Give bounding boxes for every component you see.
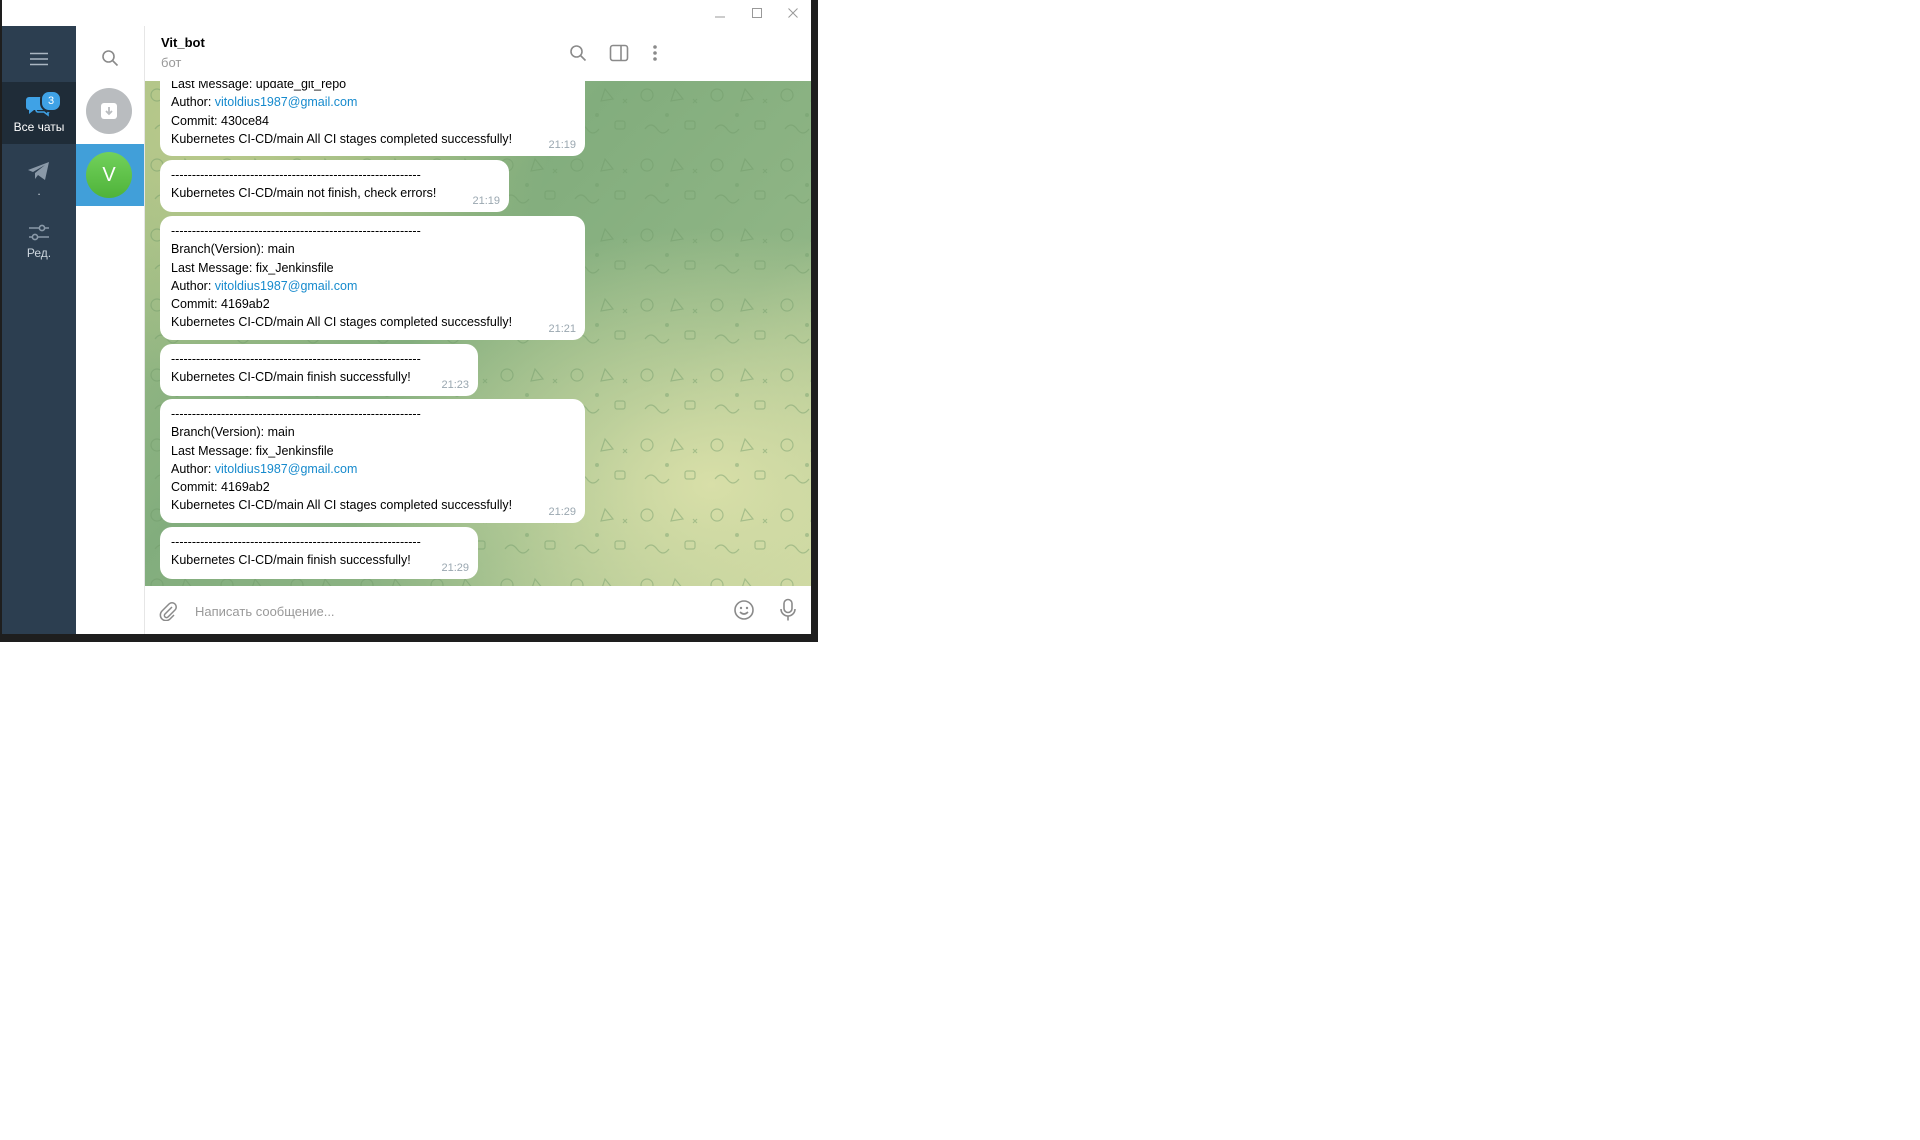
chat-item-vit-bot[interactable]: V: [76, 144, 144, 206]
sidebar-toggle-button[interactable]: [606, 40, 632, 66]
message-line: Kubernetes CI-CD/main All CI stages comp…: [171, 498, 513, 513]
message-bubble[interactable]: ----------------------------------------…: [160, 216, 585, 340]
archive-chat[interactable]: [86, 88, 132, 134]
screen-frame: 3 Все чаты . Ред. V Vit_bot бот Last Mes…: [0, 0, 818, 642]
folder-sidebar: 3 Все чаты . Ред.: [2, 26, 76, 634]
maximize-icon: [752, 8, 762, 18]
minimize-icon: [715, 16, 725, 18]
author-email-link[interactable]: vitoldius1987@gmail.com: [215, 95, 358, 109]
author-label: Author:: [171, 461, 215, 476]
folder-edit[interactable]: Ред.: [2, 210, 76, 270]
more-vertical-icon: [653, 45, 657, 61]
unread-badge: 3: [40, 90, 62, 112]
message-composer: [145, 586, 811, 634]
message-line: Kubernetes CI-CD/main finish successfull…: [171, 553, 411, 568]
message-author-line: Author: vitoldius1987@gmail.com: [171, 93, 574, 111]
message-time: 21:19: [548, 138, 576, 151]
folder-label-telegram: .: [37, 184, 41, 198]
folder-all-chats[interactable]: 3 Все чаты: [2, 82, 76, 144]
folder-label-all-chats: Все чаты: [13, 120, 65, 134]
message-line: Kubernetes CI-CD/main not finish, check …: [171, 186, 437, 201]
message-bubble[interactable]: Last Message: update_git_repo Author: vi…: [160, 81, 585, 156]
message-bubble[interactable]: ----------------------------------------…: [160, 344, 478, 396]
more-options-button[interactable]: [642, 40, 668, 66]
message-line: Kubernetes CI-CD/main All CI stages comp…: [171, 315, 513, 330]
maximize-button[interactable]: [739, 0, 775, 26]
message-line: Branch(Version): main: [171, 425, 295, 440]
author-label: Author:: [171, 278, 215, 293]
telegram-plane-icon: [28, 162, 49, 180]
message-time: 21:19: [472, 194, 500, 207]
message-bubble[interactable]: ----------------------------------------…: [160, 399, 585, 523]
message-time: 21:29: [548, 505, 576, 518]
message-line: Kubernetes CI-CD/main finish successfull…: [171, 370, 411, 385]
voice-message-button[interactable]: [775, 597, 801, 623]
header-search-button[interactable]: [565, 40, 591, 66]
author-email-link[interactable]: vitoldius1987@gmail.com: [215, 462, 358, 476]
message-line: Commit: 4169ab2: [171, 480, 270, 495]
attach-button[interactable]: [155, 598, 181, 624]
emoji-button[interactable]: [731, 597, 757, 623]
minimize-button[interactable]: [702, 0, 738, 26]
author-email-link[interactable]: vitoldius1987@gmail.com: [215, 279, 358, 293]
message-line: Commit: 4169ab2: [171, 297, 270, 312]
chat-search-button[interactable]: [96, 44, 124, 72]
sidebar-toggle-icon: [609, 44, 629, 62]
message-time: 21:23: [441, 378, 469, 391]
author-label: Author:: [171, 95, 215, 110]
message-author-line: Author: vitoldius1987@gmail.com: [171, 277, 574, 295]
message-line: Kubernetes CI-CD/main All CI stages comp…: [171, 131, 513, 146]
close-button[interactable]: [775, 0, 811, 26]
message-separator: ----------------------------------------…: [171, 352, 421, 366]
emoji-icon: [734, 600, 754, 620]
message-line: Commit: 430ce84: [171, 113, 269, 128]
message-line: Last Message: fix_Jenkinsfile: [171, 260, 334, 275]
message-time: 21:21: [548, 322, 576, 335]
search-icon: [102, 50, 119, 67]
message-bubble[interactable]: ----------------------------------------…: [160, 527, 478, 579]
message-time: 21:29: [441, 561, 469, 574]
sliders-icon: [29, 224, 49, 241]
main-menu-button[interactable]: [21, 44, 57, 74]
avatar-initial: V: [102, 163, 116, 186]
message-separator: ----------------------------------------…: [171, 224, 421, 238]
chat-status: бот: [161, 55, 182, 70]
message-line: Last Message: update_git_repo: [171, 81, 347, 91]
archive-icon: [101, 103, 117, 119]
chat-list: V: [76, 26, 145, 634]
message-line: Branch(Version): main: [171, 242, 295, 257]
telegram-window: 3 Все чаты . Ред. V Vit_bot бот Last Mes…: [2, 0, 811, 634]
microphone-icon: [780, 598, 796, 621]
folder-telegram[interactable]: .: [2, 148, 76, 208]
folder-label-edit: Ред.: [26, 246, 52, 260]
avatar: V: [86, 152, 132, 198]
chat-header: Vit_bot бот: [145, 26, 811, 82]
message-bubble[interactable]: ----------------------------------------…: [160, 160, 509, 212]
message-separator: ----------------------------------------…: [171, 407, 421, 421]
message-input[interactable]: [193, 596, 717, 626]
message-line: Last Message: fix_Jenkinsfile: [171, 443, 334, 458]
search-icon: [570, 45, 587, 62]
window-titlebar: [2, 0, 811, 26]
hamburger-menu-icon: [30, 52, 48, 66]
message-separator: ----------------------------------------…: [171, 168, 421, 182]
message-area[interactable]: Last Message: update_git_repo Author: vi…: [145, 81, 811, 586]
paperclip-icon: [159, 602, 177, 621]
close-icon: [788, 8, 798, 18]
message-separator: ----------------------------------------…: [171, 535, 421, 549]
message-author-line: Author: vitoldius1987@gmail.com: [171, 460, 574, 478]
chat-title[interactable]: Vit_bot: [161, 35, 205, 50]
